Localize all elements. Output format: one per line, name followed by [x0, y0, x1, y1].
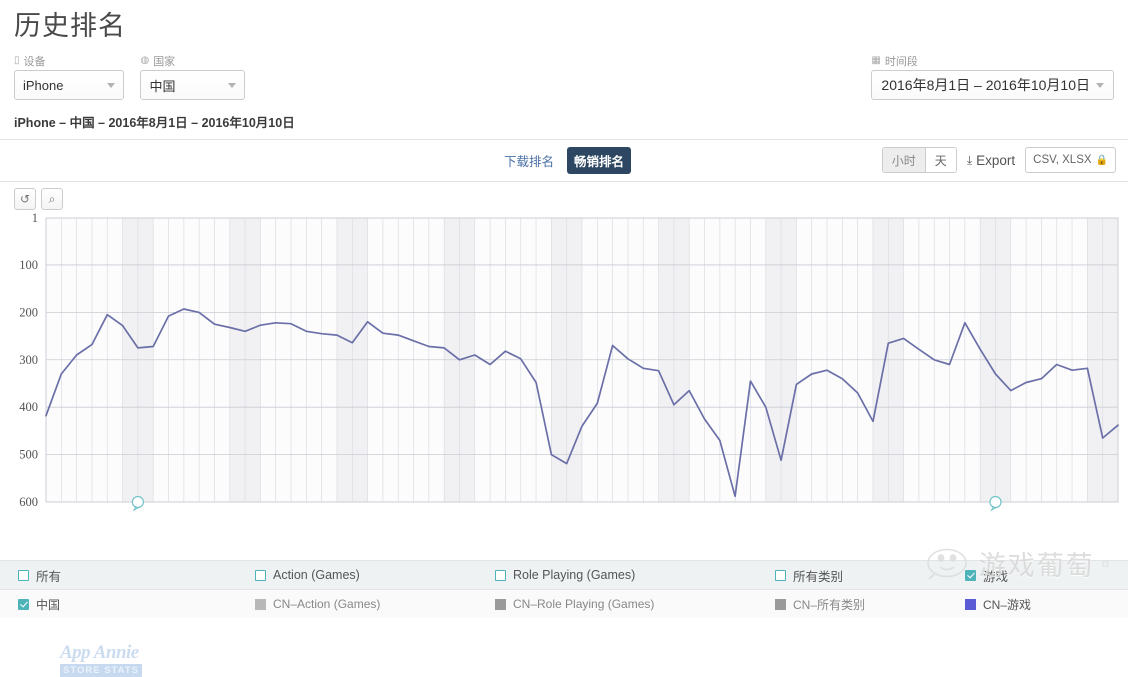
app-annie-watermark-subtitle: STORE STATS — [60, 664, 142, 677]
legend-series-label-cn-action: CN–Action (Games) — [273, 597, 381, 611]
country-select[interactable]: 中国 — [140, 70, 246, 101]
svg-text:400: 400 — [19, 401, 38, 415]
chart-control-buttons: ↺ ⌕ — [14, 188, 63, 211]
legend-item-all[interactable]: 所有 — [0, 566, 255, 585]
rank-type-tabs: 下载排名 畅销排名 — [497, 147, 632, 175]
daterange-value: 2016年8月1日 – 2016年10月10日 — [881, 77, 1090, 94]
reset-zoom-button[interactable]: ↺ — [14, 188, 36, 211]
device-label-text: 设备 — [23, 55, 46, 68]
download-icon: ⤓ — [966, 152, 973, 167]
export-format-label: CSV, XLSX — [1033, 154, 1092, 167]
country-label-text: 国家 — [153, 55, 176, 68]
checkbox-games[interactable] — [965, 569, 976, 581]
series-marker-cn[interactable] — [18, 598, 29, 610]
export-button[interactable]: ⤓ Export — [967, 153, 1015, 168]
checkbox-all-categories[interactable] — [775, 569, 786, 581]
chevron-down-icon — [107, 82, 115, 88]
legend-label-action: Action (Games) — [273, 568, 360, 582]
country-filter-label: ◍ 国家 — [140, 54, 245, 68]
svg-text:200: 200 — [19, 306, 38, 320]
granularity-segmented-control: 小时 天 — [881, 147, 957, 174]
daterange-filter: ▦ 时间段 2016年8月1日 – 2016年10月10日 — [871, 54, 1114, 101]
device-select[interactable]: iPhone — [14, 70, 124, 101]
globe-icon: ◍ — [140, 54, 150, 66]
page-title: 历史排名 — [14, 11, 126, 41]
toolbar-right: 小时 天 ⤓ Export CSV, XLSX 🔒 — [881, 147, 1116, 174]
series-swatch-cn-all-categories — [775, 598, 786, 610]
breadcrumb: iPhone – 中国 – 2016年8月1日 – 2016年10月10日 — [14, 116, 295, 131]
svg-text:100: 100 — [19, 258, 38, 272]
legend-series-label-cn: 中国 — [36, 597, 61, 612]
country-select-value: 中国 — [149, 78, 176, 94]
legend-label-all-categories: 所有类别 — [793, 569, 844, 584]
legend-series-cn-games[interactable]: CN–游戏 — [965, 596, 1125, 613]
svg-text:600: 600 — [19, 495, 38, 509]
daterange-filter-label: ▦ 时间段 — [871, 54, 1114, 68]
granularity-hour[interactable]: 小时 — [882, 148, 925, 173]
chevron-down-icon — [1096, 82, 1104, 88]
device-select-value: iPhone — [23, 77, 64, 93]
legend-row-series: 中国 CN–Action (Games) CN–Role Playing (Ga… — [0, 589, 1128, 618]
daterange-label-text: 时间段 — [884, 55, 918, 68]
device-filter: ▯ 设备 iPhone — [14, 54, 124, 101]
checkbox-role-playing[interactable] — [495, 569, 506, 581]
series-swatch-cn-role-playing — [495, 598, 506, 610]
app-annie-watermark-title: App Annie — [60, 642, 139, 664]
filter-bar: ▯ 设备 iPhone ◍ 国家 中国 ▦ 时间段 2016年8月1日 – 20… — [0, 42, 1128, 104]
series-swatch-cn-games — [965, 598, 976, 610]
granularity-day[interactable]: 天 — [924, 148, 956, 173]
legend-label-all: 所有 — [36, 569, 62, 584]
legend-item-all-categories[interactable]: 所有类别 — [775, 566, 965, 585]
legend-item-role-playing[interactable]: Role Playing (Games) — [495, 568, 775, 582]
legend-series-cn[interactable]: 中国 — [0, 596, 255, 613]
checkbox-all[interactable] — [18, 569, 29, 581]
legend-label-role-playing: Role Playing (Games) — [513, 568, 636, 582]
zoom-button[interactable]: ⌕ — [41, 188, 63, 211]
svg-text:500: 500 — [19, 448, 38, 462]
rank-history-line-chart[interactable]: 11002003004005006008月7日8月14日8月21日8月28日9月… — [0, 212, 1128, 512]
export-label: Export — [976, 152, 1016, 168]
chart-legend: 所有 Action (Games) Role Playing (Games) 所… — [0, 560, 1128, 618]
lock-icon: 🔒 — [1095, 154, 1108, 166]
tab-grossing-rank[interactable]: 畅销排名 — [567, 147, 632, 175]
device-icon: ▯ — [14, 54, 20, 66]
app-annie-watermark: App Annie STORE STATS — [60, 642, 142, 677]
export-format-button[interactable]: CSV, XLSX 🔒 — [1025, 147, 1116, 174]
chevron-down-icon — [228, 82, 237, 88]
legend-series-cn-action[interactable]: CN–Action (Games) — [255, 597, 495, 611]
svg-text:1: 1 — [32, 212, 38, 225]
legend-series-cn-all-categories[interactable]: CN–所有类别 — [775, 596, 965, 613]
legend-item-games[interactable]: 游戏 — [965, 566, 1125, 585]
reset-icon: ↺ — [19, 192, 31, 207]
calendar-icon: ▦ — [871, 54, 881, 66]
checkbox-action[interactable] — [255, 569, 266, 581]
legend-series-label-cn-role-playing: CN–Role Playing (Games) — [513, 597, 655, 611]
device-filter-label: ▯ 设备 — [14, 54, 124, 68]
legend-series-label-cn-all-categories: CN–所有类别 — [793, 597, 866, 612]
series-swatch-cn-action — [255, 598, 266, 610]
tab-download-rank[interactable]: 下载排名 — [497, 147, 561, 174]
chart-toolbar: 下载排名 畅销排名 小时 天 ⤓ Export CSV, XLSX 🔒 — [0, 140, 1128, 183]
daterange-select[interactable]: 2016年8月1日 – 2016年10月10日 — [871, 70, 1114, 101]
legend-item-action[interactable]: Action (Games) — [255, 568, 495, 582]
magnifier-icon: ⌕ — [48, 191, 56, 206]
svg-text:300: 300 — [19, 353, 38, 367]
legend-label-games: 游戏 — [983, 569, 1009, 584]
country-filter: ◍ 国家 中国 — [140, 54, 246, 101]
legend-series-cn-role-playing[interactable]: CN–Role Playing (Games) — [495, 597, 775, 611]
legend-series-label-cn-games: CN–游戏 — [983, 597, 1032, 612]
legend-row-categories: 所有 Action (Games) Role Playing (Games) 所… — [0, 560, 1128, 589]
chart-plot[interactable]: 11002003004005006008月7日8月14日8月21日8月28日9月… — [0, 212, 1128, 512]
chart-area: ↺ ⌕ 11002003004005006008月7日8月14日8月21日8月2… — [0, 182, 1128, 677]
